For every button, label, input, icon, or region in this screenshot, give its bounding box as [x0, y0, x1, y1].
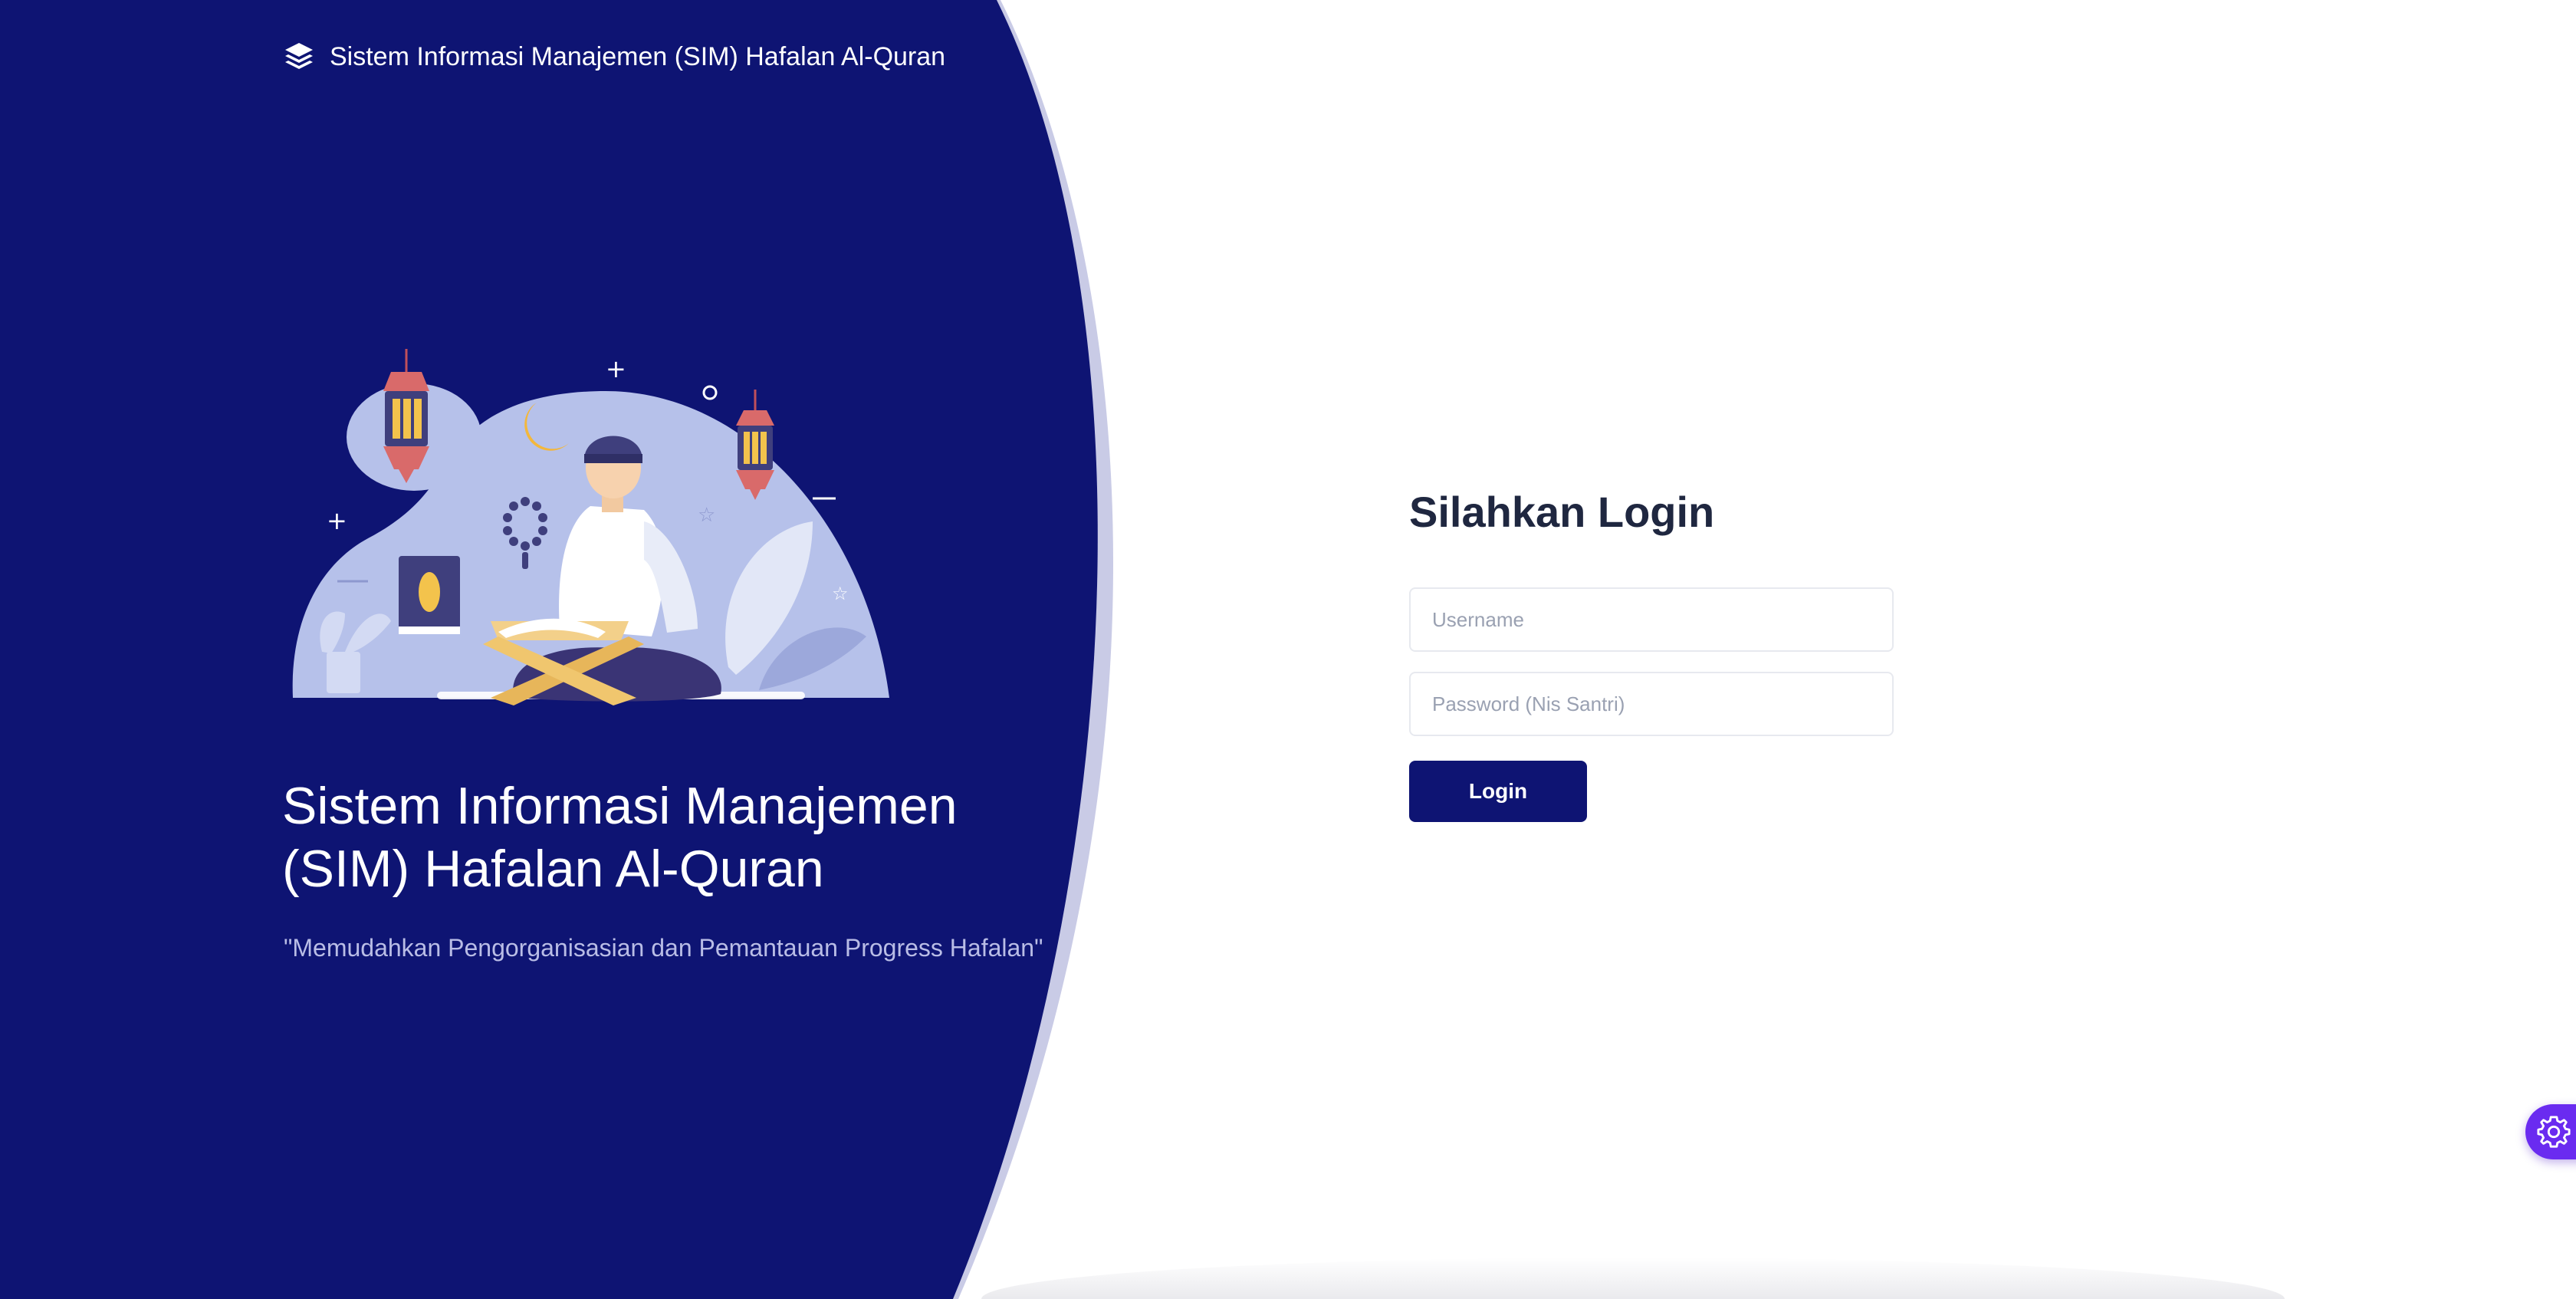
layers-icon [285, 43, 313, 69]
quran-book-icon [399, 556, 460, 634]
brand-header: Sistem Informasi Manajemen (SIM) Hafalan… [282, 40, 945, 74]
quran-reading-illustration: + + ☆ ☆ [292, 349, 890, 705]
hero-title: Sistem Informasi Manajemen (SIM) Hafalan… [282, 777, 958, 898]
gear-icon [2537, 1116, 2571, 1148]
sparkle-plus-icon: + [606, 354, 626, 383]
sparkle-plus-icon: + [327, 506, 347, 535]
login-form: Silahkan Login Login [1409, 482, 1894, 822]
login-button[interactable]: Login [1409, 761, 1587, 822]
brand-title: Sistem Informasi Manajemen (SIM) Hafalan… [330, 42, 946, 71]
hero-tagline: "Memudahkan Pengorganisasian dan Pemanta… [284, 934, 1043, 962]
login-page: Sistem Informasi Manajemen (SIM) Hafalan… [0, 0, 2576, 1299]
username-input[interactable] [1409, 587, 1894, 652]
bottom-shadow [981, 1258, 2285, 1299]
login-heading: Silahkan Login [1409, 488, 1715, 536]
settings-button[interactable] [2525, 1104, 2576, 1159]
sparkle-circle-icon [702, 385, 718, 400]
sparkle-star-icon: ☆ [698, 504, 715, 527]
password-input[interactable] [1409, 672, 1894, 736]
sparkle-star-icon: ☆ [832, 583, 849, 604]
